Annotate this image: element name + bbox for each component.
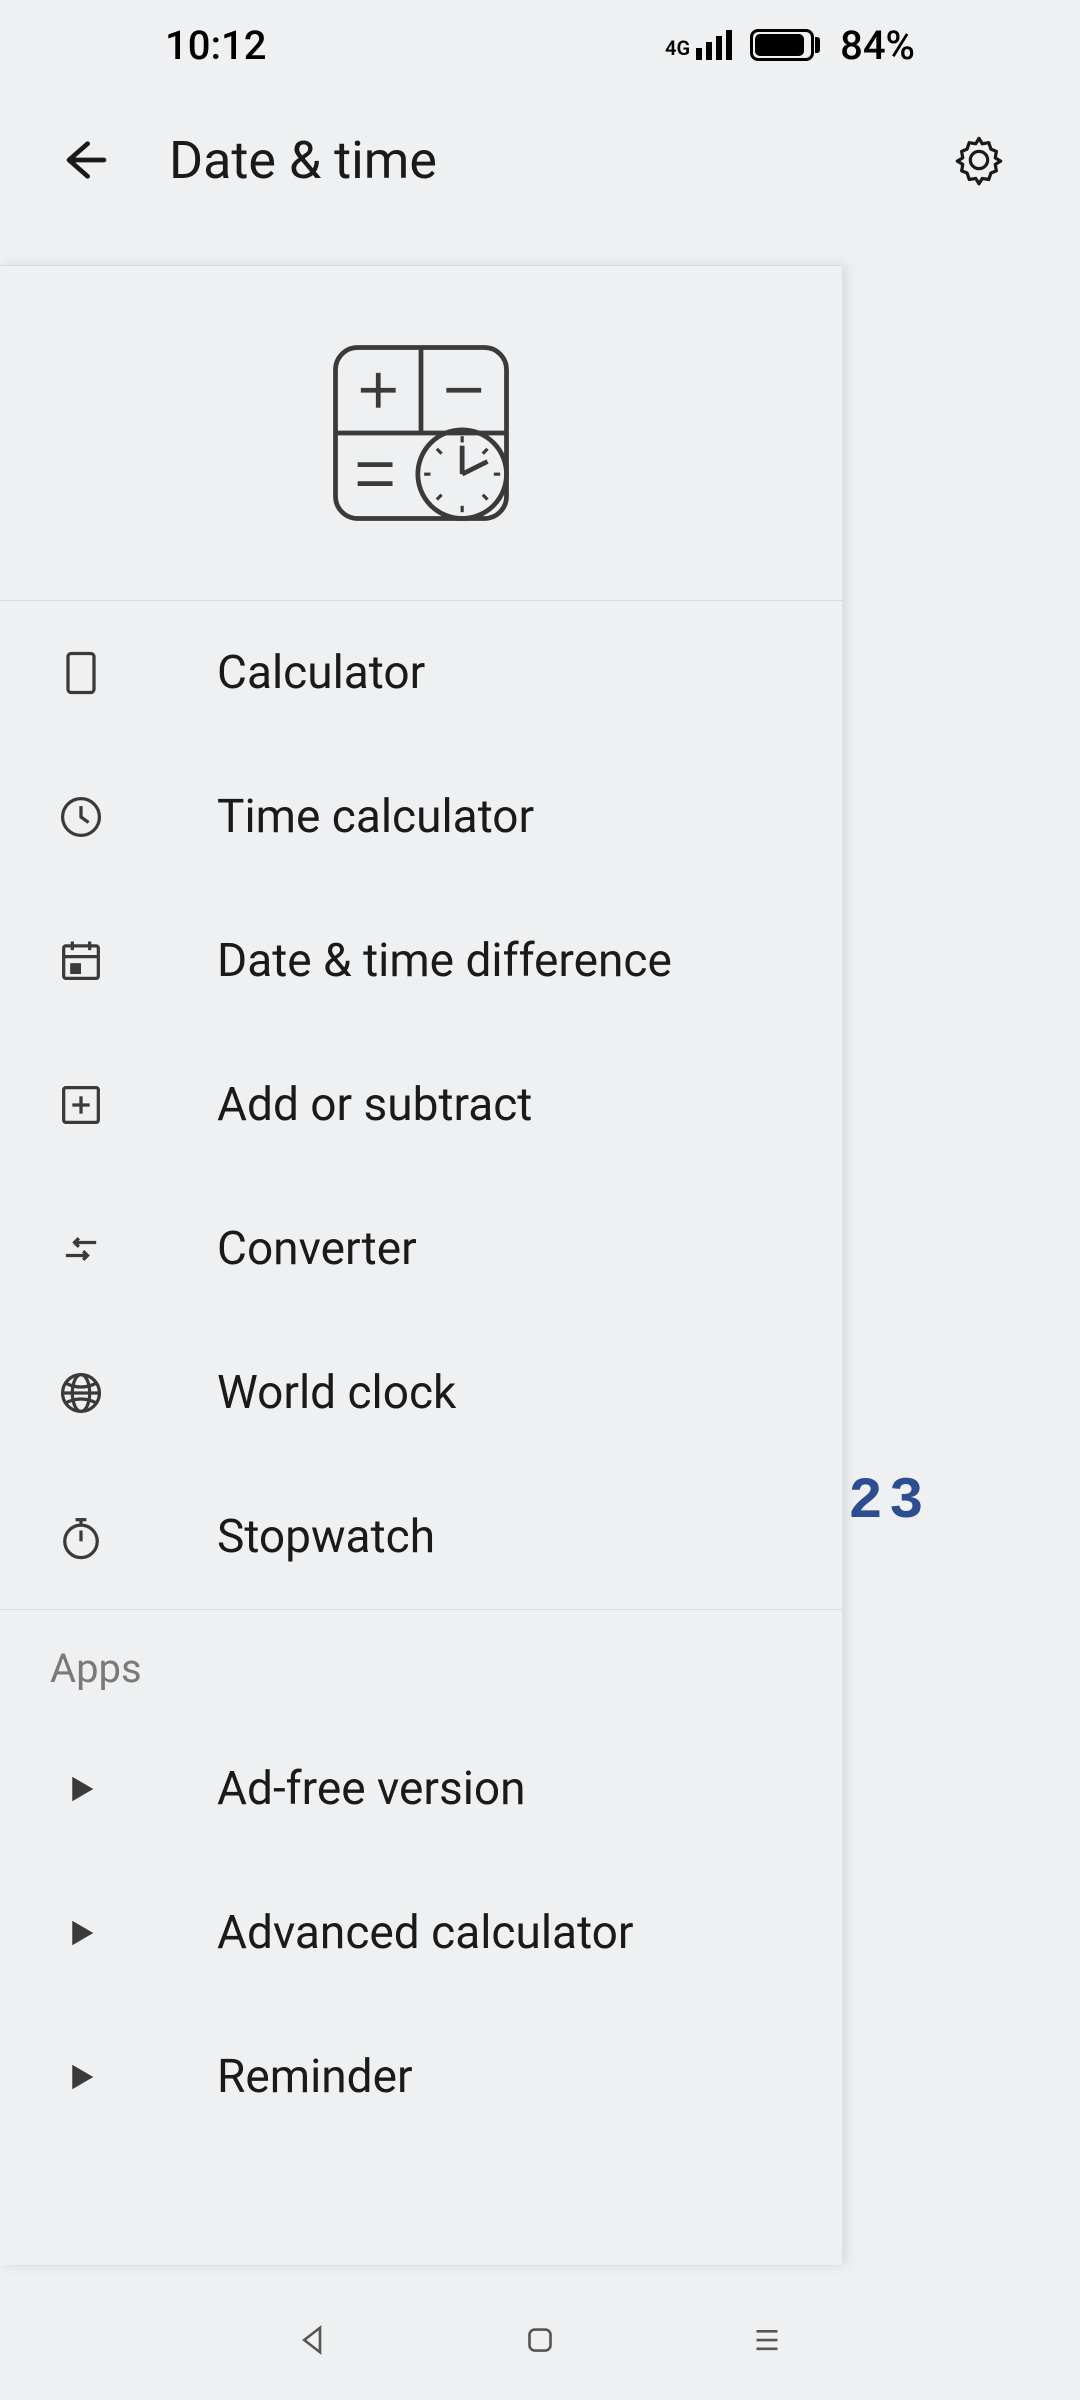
play-icon (50, 1902, 112, 1964)
section-title-apps: Apps (0, 1610, 842, 1717)
drawer-main-items: Calculator Time calculator Date & time d… (0, 601, 842, 1609)
play-icon (50, 1758, 112, 1820)
nav-home-button[interactable] (515, 2315, 565, 2365)
drawer-header (0, 266, 842, 601)
status-right: 4G 84% (665, 22, 915, 69)
drawer-item-label: Reminder (217, 2050, 413, 2104)
drawer-item-reminder[interactable]: Reminder (0, 2005, 842, 2149)
drawer-item-label: Ad-free version (217, 1762, 526, 1816)
drawer-item-date-time-difference[interactable]: Date & time difference (0, 889, 842, 1033)
network-type: 4G (665, 36, 690, 60)
nav-back-button[interactable] (288, 2315, 338, 2365)
page-title: Date & time (169, 130, 895, 191)
plus-box-icon (50, 1074, 112, 1136)
drawer-item-label: Converter (217, 1222, 417, 1276)
drawer-item-calculator[interactable]: Calculator (0, 601, 842, 745)
menu-recent-icon (746, 2319, 788, 2361)
settings-button[interactable] (953, 134, 1005, 186)
battery-percentage: 84% (840, 22, 915, 69)
drawer-item-label: Advanced calculator (217, 1906, 634, 1960)
nav-recent-button[interactable] (742, 2315, 792, 2365)
status-time: 10:12 (165, 22, 266, 69)
drawer-item-ad-free-version[interactable]: Ad-free version (0, 1717, 842, 1861)
status-bar: 10:12 4G 84% (0, 0, 1080, 90)
system-nav-bar (0, 2280, 1080, 2400)
drawer-item-label: Time calculator (217, 790, 534, 844)
drawer-item-converter[interactable]: Converter (0, 1177, 842, 1321)
drawer-item-world-clock[interactable]: World clock (0, 1321, 842, 1465)
drawer-item-label: World clock (217, 1366, 456, 1420)
arrow-left-icon (55, 132, 111, 188)
signal-bars-icon (696, 30, 732, 60)
app-bar: Date & time (0, 90, 1080, 230)
back-button[interactable] (55, 132, 111, 188)
battery-icon (750, 29, 820, 61)
clock-icon (50, 786, 112, 848)
calendar-icon (50, 930, 112, 992)
drawer-item-label: Stopwatch (217, 1510, 435, 1564)
globe-icon (50, 1362, 112, 1424)
drawer-item-add-subtract[interactable]: Add or subtract (0, 1033, 842, 1177)
drawer-item-time-calculator[interactable]: Time calculator (0, 745, 842, 889)
drawer-item-label: Calculator (217, 646, 425, 700)
calculator-icon (50, 642, 112, 704)
drawer-item-label: Add or subtract (217, 1078, 532, 1132)
stopwatch-icon (50, 1506, 112, 1568)
square-home-icon (519, 2319, 561, 2361)
drawer-item-stopwatch[interactable]: Stopwatch (0, 1465, 842, 1609)
signal-indicator: 4G (665, 30, 732, 60)
drawer-apps-items: Ad-free version Advanced calculator Remi… (0, 1717, 842, 2149)
triangle-back-icon (292, 2319, 334, 2361)
background-time-fragment: 23 (848, 1470, 930, 1535)
navigation-drawer: Calculator Time calculator Date & time d… (0, 265, 842, 2265)
drawer-item-advanced-calculator[interactable]: Advanced calculator (0, 1861, 842, 2005)
gear-icon (953, 134, 1005, 186)
converter-icon (50, 1218, 112, 1280)
drawer-item-label: Date & time difference (217, 934, 672, 988)
play-icon (50, 2046, 112, 2108)
app-logo-icon (326, 338, 516, 528)
